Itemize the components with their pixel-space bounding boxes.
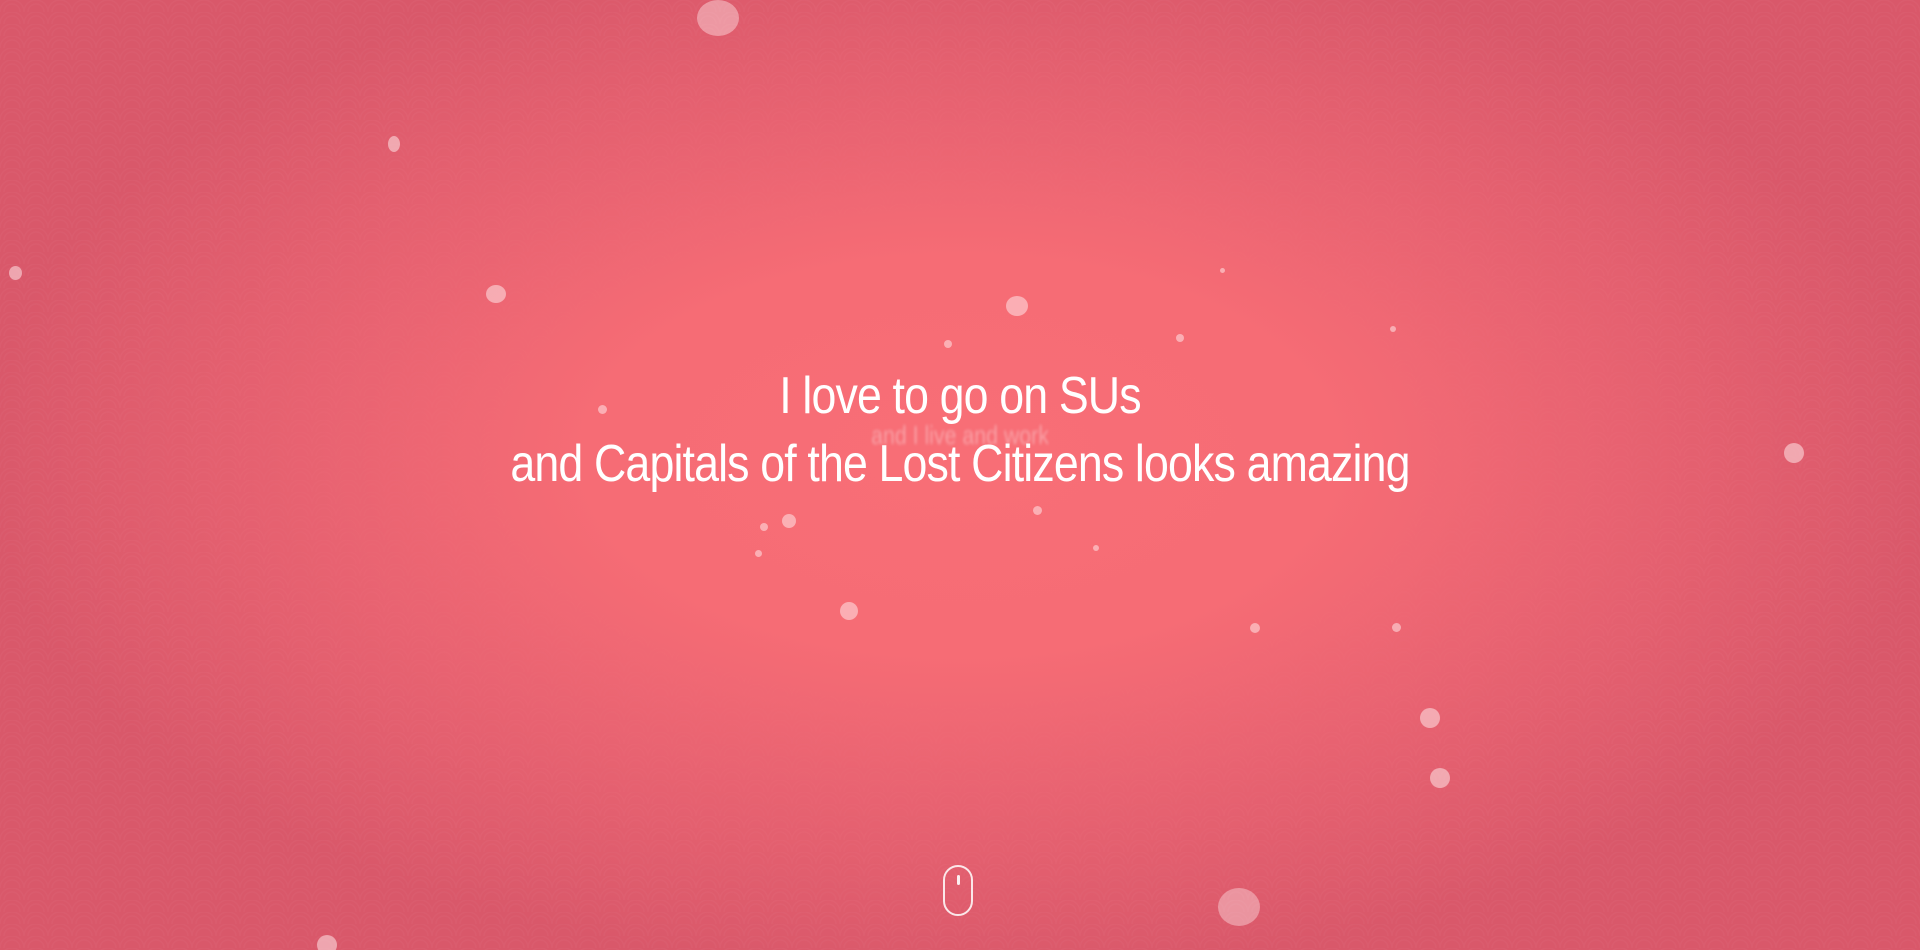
particle	[1006, 296, 1028, 316]
particle	[840, 602, 858, 620]
hero-section: and I live and work I love to go on SUs …	[0, 0, 1920, 950]
particle	[1420, 708, 1440, 728]
scroll-down-button[interactable]	[943, 865, 973, 916]
particle	[1220, 268, 1225, 273]
particle	[755, 550, 762, 557]
particle	[317, 935, 337, 950]
particle	[1390, 326, 1396, 332]
particle	[486, 285, 506, 303]
particle	[1784, 443, 1804, 463]
particle	[1033, 506, 1042, 515]
particle	[782, 514, 796, 528]
headline-line-2: and Capitals of the Lost Citizens looks …	[510, 435, 1410, 493]
mouse-scroll-icon	[957, 875, 960, 885]
hero-headline: I love to go on SUs and Capitals of the …	[134, 362, 1785, 498]
particle	[388, 136, 400, 152]
particle	[1250, 623, 1260, 633]
particle	[760, 523, 768, 531]
particle	[1392, 623, 1401, 632]
particle	[1093, 545, 1099, 551]
particle	[1218, 888, 1260, 926]
particle	[1176, 334, 1184, 342]
particle	[9, 266, 22, 280]
headline-line-1: I love to go on SUs	[779, 367, 1141, 425]
particle	[697, 0, 739, 36]
particle	[944, 340, 952, 348]
particle	[1430, 768, 1450, 788]
